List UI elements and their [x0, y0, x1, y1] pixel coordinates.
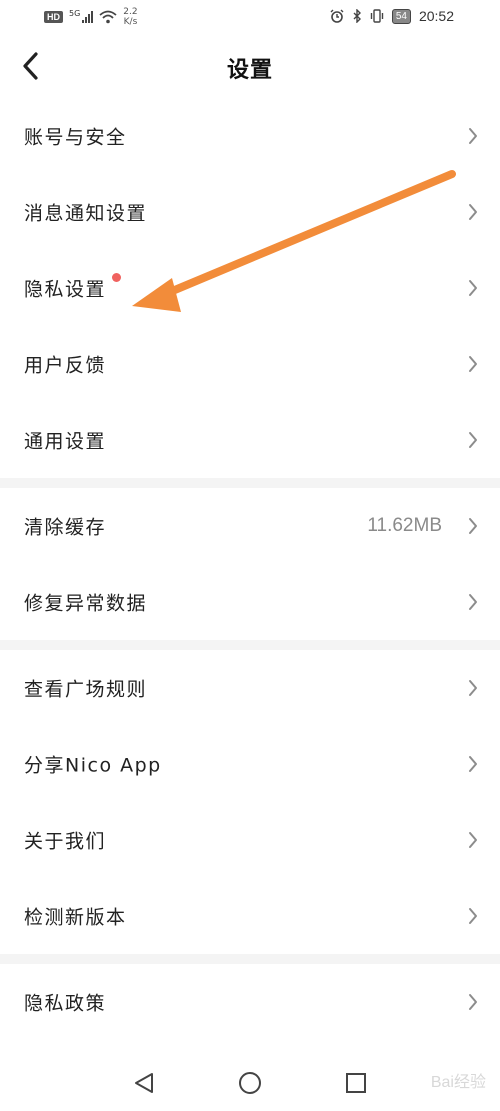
settings-item[interactable]: 隐私政策 — [0, 964, 500, 1040]
settings-item-label: 检测新版本 — [24, 906, 127, 929]
chevron-right-icon — [469, 908, 477, 924]
chevron-right-icon — [469, 128, 477, 144]
status-bar: HD 5G 2.2 K/s 54 20:52 — [0, 0, 500, 34]
settings-item[interactable]: 隐私设置 — [0, 250, 500, 326]
speed-unit: K/s — [123, 17, 138, 27]
settings-item-label: 通用设置 — [24, 430, 107, 453]
settings-item-label: 分享Nico App — [24, 754, 162, 777]
chevron-right-icon — [469, 680, 477, 696]
settings-item-label: 隐私设置 — [24, 278, 107, 301]
page-title: 设置 — [226, 58, 273, 83]
settings-item[interactable]: 用户反馈 — [0, 326, 500, 402]
settings-item[interactable]: 消息通知设置 — [0, 174, 500, 250]
chevron-right-icon — [469, 994, 477, 1010]
section-divider — [0, 478, 500, 488]
chevron-right-icon — [469, 280, 477, 296]
settings-item-label: 账号与安全 — [24, 126, 127, 149]
chevron-right-icon — [469, 432, 477, 448]
chevron-right-icon — [469, 204, 477, 220]
settings-item[interactable]: 账号与安全 — [0, 98, 500, 174]
battery-icon: 54 — [391, 8, 411, 24]
settings-item[interactable]: 关于我们 — [0, 802, 500, 878]
bluetooth-icon — [353, 9, 361, 23]
square-recent-icon — [346, 1073, 366, 1093]
settings-list: 账号与安全消息通知设置 隐私设置用户反馈通用设置清除缓存 11.62MB 修复异常数据… — [0, 98, 500, 1040]
section-divider — [0, 640, 500, 650]
settings-item-label: 关于我们 — [24, 830, 107, 853]
settings-item[interactable]: 分享Nico App — [0, 726, 500, 802]
chevron-right-icon — [469, 594, 477, 610]
settings-item[interactable]: 清除缓存 11.62MB — [0, 488, 500, 564]
chevron-right-icon — [469, 518, 477, 534]
watermark: Bai经验 — [430, 1074, 486, 1091]
vibrate-icon — [370, 9, 384, 23]
settings-item[interactable]: 检测新版本 — [0, 878, 500, 954]
status-left: HD 5G 2.2 K/s — [44, 7, 138, 27]
hd-badge: HD — [44, 11, 63, 23]
section-divider — [0, 954, 500, 964]
speed-value: 2.2 — [123, 7, 138, 17]
notification-dot — [112, 273, 121, 282]
chevron-right-icon — [469, 356, 477, 372]
settings-item-label: 查看广场规则 — [24, 678, 148, 701]
status-right: 54 20:52 — [330, 8, 454, 24]
network-speed: 2.2 K/s — [123, 7, 137, 27]
header: 设置 — [0, 34, 500, 98]
settings-item-value: 11.62MB — [367, 515, 442, 536]
chevron-right-icon — [469, 756, 477, 772]
settings-item-label: 清除缓存 — [24, 516, 107, 539]
settings-item-label: 消息通知设置 — [24, 202, 148, 225]
triangle-back-icon — [135, 1073, 153, 1093]
nav-back-button[interactable] — [130, 1069, 158, 1097]
clock: 20:52 — [418, 8, 454, 24]
circle-home-icon — [239, 1072, 261, 1094]
settings-item[interactable]: 修复异常数据 — [0, 564, 500, 640]
settings-item-label: 修复异常数据 — [24, 592, 148, 615]
signal-icon — [82, 11, 94, 23]
chevron-right-icon — [469, 832, 477, 848]
nav-home-button[interactable] — [236, 1069, 264, 1097]
alarm-icon — [330, 9, 344, 23]
navigation-bar — [0, 1055, 500, 1111]
settings-item[interactable]: 通用设置 — [0, 402, 500, 478]
nav-recent-button[interactable] — [342, 1069, 370, 1097]
settings-item-label: 用户反馈 — [24, 354, 107, 377]
wifi-icon — [99, 10, 117, 24]
network-type: 5G — [69, 8, 81, 18]
settings-item[interactable]: 查看广场规则 — [0, 650, 500, 726]
settings-item-label: 隐私政策 — [24, 992, 107, 1015]
